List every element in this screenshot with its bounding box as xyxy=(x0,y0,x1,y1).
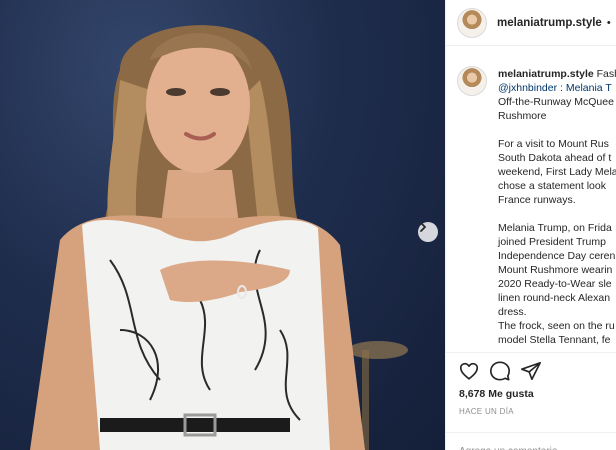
photo-illustration xyxy=(30,25,408,450)
caption-text: weekend, First Lady Mela xyxy=(498,166,616,178)
caption-text: dress. xyxy=(498,306,527,318)
caption-text: 2020 Ready-to-Wear sle xyxy=(498,278,612,290)
caption-text: The frock, seen on the ru xyxy=(498,320,615,332)
header-separator: • xyxy=(606,16,611,29)
avatar[interactable] xyxy=(457,7,487,38)
caption-username[interactable]: melaniatrump.style xyxy=(498,68,594,80)
heart-icon[interactable] xyxy=(458,360,480,382)
caption-text: Off-the-Runway McQuee xyxy=(498,96,614,108)
caption-mention[interactable]: @jxhnbinder : Melania T xyxy=(498,81,616,95)
caption-text: South Dakota ahead of t xyxy=(498,152,612,164)
caption-avatar[interactable] xyxy=(457,66,487,96)
post-caption: melaniatrump.style Fash @jxhnbinder : Me… xyxy=(498,67,616,347)
caption-line: melaniatrump.style Fash xyxy=(498,67,616,81)
post-timestamp[interactable]: HACE UN DÍA xyxy=(459,407,514,416)
paper-plane-icon[interactable] xyxy=(520,360,542,382)
caption-text: Mount Rushmore wearin xyxy=(498,264,613,276)
caption-text: Fash xyxy=(596,68,616,80)
comments-area[interactable]: melaniatrump.style Fash @jxhnbinder : Me… xyxy=(446,54,616,352)
next-photo-button[interactable] xyxy=(418,222,438,242)
caption-text: Rushmore xyxy=(498,110,547,122)
post-side-panel: melaniatrump.style • Se melaniatrump.sty… xyxy=(445,0,616,450)
comment-bubble-icon[interactable] xyxy=(489,360,511,382)
caption-text: chose a statement look xyxy=(498,180,606,192)
caption-text: Melania Trump, on Frida xyxy=(498,222,612,234)
caption-text: linen round-neck Alexan xyxy=(498,292,611,304)
caption-text: France runways. xyxy=(498,194,576,206)
post-photo[interactable] xyxy=(0,0,445,450)
post-header: melaniatrump.style • Se xyxy=(446,0,616,46)
caption-text: joined President Trump xyxy=(498,236,606,248)
caption-text: For a visit to Mount Rus xyxy=(498,138,609,150)
add-comment-box xyxy=(446,432,616,450)
caption-text: model Stella Tennant, fe xyxy=(498,334,611,346)
post-actions: 8,678 Me gusta HACE UN DÍA xyxy=(446,352,616,450)
likes-count[interactable]: 8,678 Me gusta xyxy=(459,388,534,400)
caption-text: Independence Day ceren xyxy=(498,250,616,262)
header-username[interactable]: melaniatrump.style xyxy=(497,17,602,29)
comment-input[interactable] xyxy=(459,446,609,450)
chevron-right-icon xyxy=(420,222,426,232)
